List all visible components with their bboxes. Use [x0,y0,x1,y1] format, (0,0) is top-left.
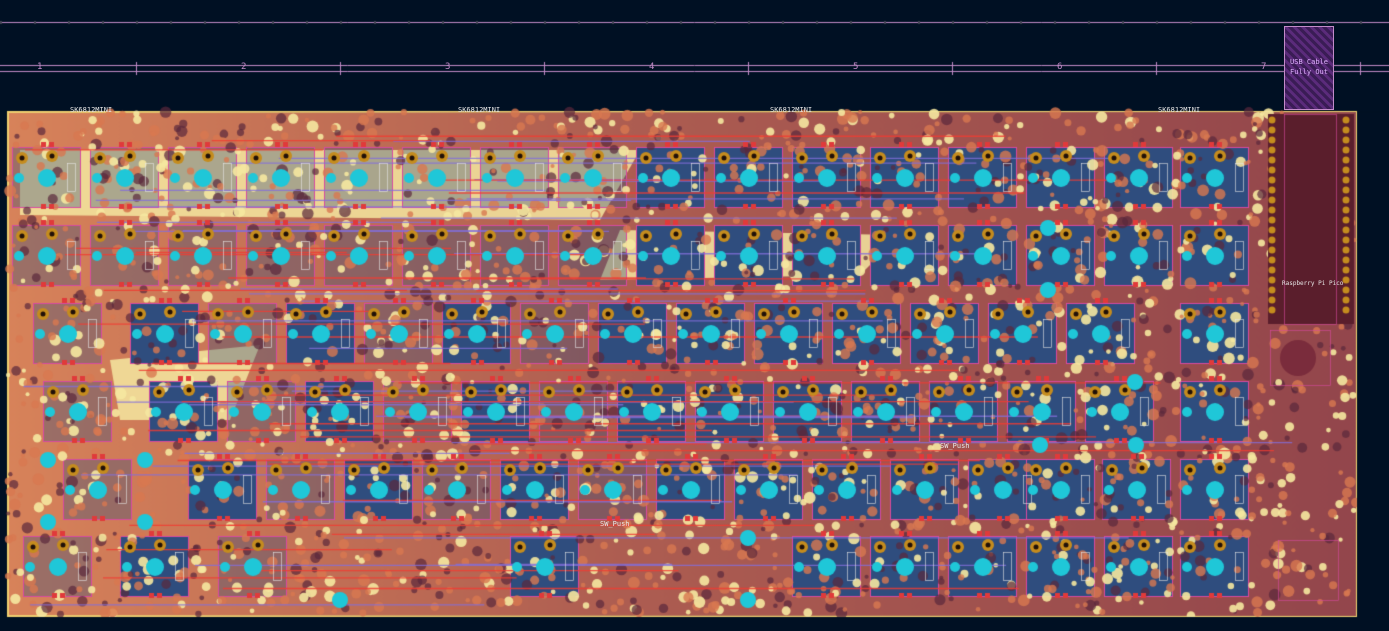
usb-label-line2: Fully Out [1290,68,1328,76]
led-ref-label: SK6812MINI [770,106,813,114]
led-ref-label: SK6812MINI [458,106,501,114]
grid-column-label: 2 [241,62,247,72]
mcu-ref-label: Raspberry Pi Pico [1282,280,1344,287]
grid-column-label: 5 [853,62,859,72]
grid-column-label: 6 [1057,62,1063,72]
grid-column-label: 7 [1261,62,1267,72]
usb-label-line1: USB Cable [1290,58,1328,66]
pcb-canvas[interactable] [0,0,1389,631]
switch-ref-label: SW_Push [940,442,970,450]
usb-cable-zone[interactable]: USB Cable Fully Out [1284,26,1334,110]
switch-ref-label: SW_Push [600,520,630,528]
led-ref-label: SK6812MINI [1158,106,1201,114]
led-ref-label: SK6812MINI [70,106,113,114]
grid-column-label: 4 [649,62,655,72]
grid-column-label: 1 [37,62,43,72]
grid-column-label: 3 [445,62,451,72]
